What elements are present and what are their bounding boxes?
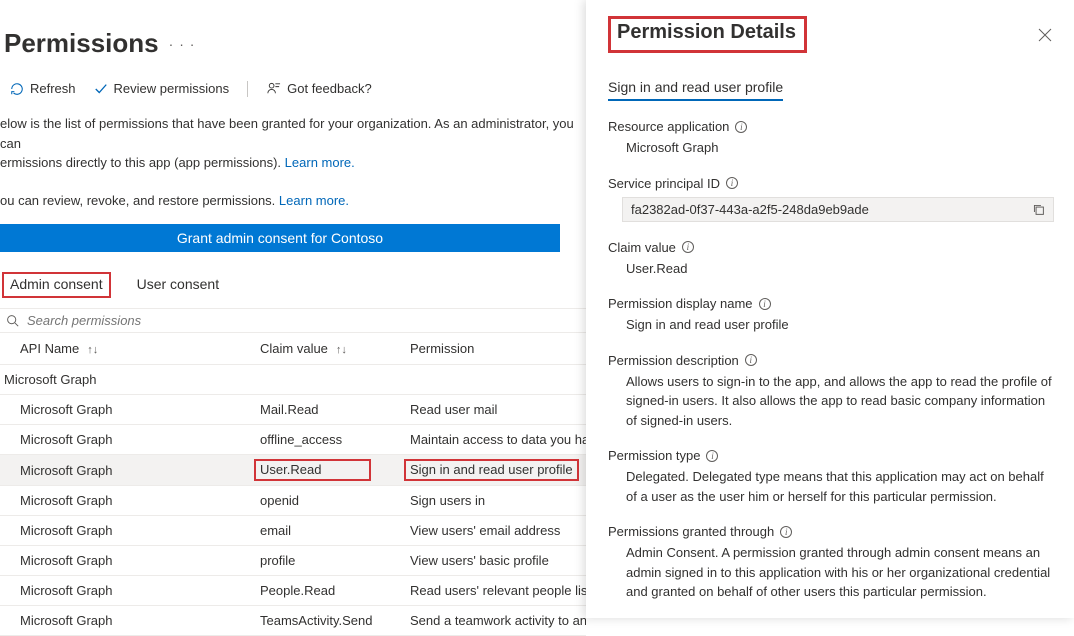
more-icon[interactable]: · · ·: [169, 36, 196, 52]
desc-1b: ermissions directly to this app (app per…: [0, 155, 285, 170]
table-row[interactable]: Microsoft GraphprofileView users' basic …: [0, 546, 586, 576]
type-label: Permission typei: [608, 448, 1052, 463]
description-2: ou can review, revoke, and restore permi…: [0, 185, 586, 213]
col-permission[interactable]: Permission: [390, 333, 586, 365]
info-icon[interactable]: i: [745, 354, 757, 366]
permission-name-tab[interactable]: Sign in and read user profile: [608, 79, 783, 101]
table-row[interactable]: Microsoft GraphTeamsActivity.SendSend a …: [0, 606, 586, 636]
toolbar-divider: [247, 81, 248, 97]
granted-through-value: Admin Consent. A permission granted thro…: [608, 539, 1052, 602]
claim-value: User.Read: [608, 255, 1052, 279]
refresh-label: Refresh: [30, 81, 76, 96]
group-header: Microsoft Graph: [0, 365, 586, 395]
resource-app-value: Microsoft Graph: [608, 134, 1052, 158]
page-title: Permissions: [4, 28, 159, 59]
desc-value: Allows users to sign-in to the app, and …: [608, 368, 1052, 431]
feedback-label: Got feedback?: [287, 81, 372, 96]
refresh-icon: [10, 82, 24, 96]
type-value: Delegated. Delegated type means that thi…: [608, 463, 1052, 506]
panel-title-highlight: Permission Details: [608, 16, 807, 53]
check-icon: [94, 82, 108, 96]
review-label: Review permissions: [114, 81, 230, 96]
panel-title: Permission Details: [617, 21, 796, 43]
display-name-value: Sign in and read user profile: [608, 311, 1052, 335]
table-row[interactable]: Microsoft GraphemailView users' email ad…: [0, 516, 586, 546]
sort-icon: ↑↓: [336, 344, 347, 356]
description-1: elow is the list of permissions that hav…: [0, 108, 586, 175]
desc-label: Permission descriptioni: [608, 353, 1052, 368]
spid-value-box: fa2382ad-0f37-443a-a2f5-248da9eb9ade: [622, 197, 1054, 222]
search-input[interactable]: [25, 312, 580, 329]
spid-label: Service principal IDi: [608, 176, 1052, 191]
search-row: [0, 308, 586, 333]
display-name-label: Permission display namei: [608, 296, 1052, 311]
info-icon[interactable]: i: [726, 177, 738, 189]
command-bar: Refresh Review permissions Got feedback?: [0, 65, 586, 108]
desc-1a: elow is the list of permissions that hav…: [0, 116, 574, 151]
table-row[interactable]: Microsoft GraphPeople.ReadRead users' re…: [0, 576, 586, 606]
info-icon[interactable]: i: [735, 121, 747, 133]
learn-more-link-1[interactable]: Learn more.: [285, 155, 355, 170]
desc-2a: ou can review, revoke, and restore permi…: [0, 193, 279, 208]
consent-tabs: Admin consent User consent: [0, 272, 586, 298]
tab-admin-consent[interactable]: Admin consent: [2, 272, 111, 298]
search-icon: [6, 314, 19, 327]
claim-label: Claim valuei: [608, 240, 1052, 255]
copy-icon[interactable]: [1032, 203, 1045, 216]
col-api-name[interactable]: API Name↑↓: [0, 333, 240, 365]
grant-consent-button[interactable]: Grant admin consent for Contoso: [0, 224, 560, 252]
table-row[interactable]: Microsoft Graph User.Read Sign in and re…: [0, 455, 586, 486]
permission-details-panel: Permission Details Sign in and read user…: [586, 0, 1074, 618]
sort-icon: ↑↓: [87, 344, 98, 356]
close-icon[interactable]: [1038, 28, 1052, 42]
info-icon[interactable]: i: [706, 450, 718, 462]
table-row[interactable]: Microsoft Graphoffline_accessMaintain ac…: [0, 425, 586, 455]
permissions-table: API Name↑↓ Claim value↑↓ Permission Micr…: [0, 333, 586, 636]
col-claim-value[interactable]: Claim value↑↓: [240, 333, 390, 365]
review-permissions-button[interactable]: Review permissions: [88, 79, 236, 98]
table-row[interactable]: Microsoft GraphopenidSign users in: [0, 486, 586, 516]
info-icon[interactable]: i: [682, 241, 694, 253]
resource-app-label: Resource applicationi: [608, 119, 1052, 134]
highlighted-claim: User.Read: [254, 459, 371, 481]
granted-through-label: Permissions granted throughi: [608, 524, 1052, 539]
refresh-button[interactable]: Refresh: [4, 79, 82, 98]
highlighted-perm: Sign in and read user profile: [404, 459, 579, 481]
info-icon[interactable]: i: [759, 298, 771, 310]
info-icon[interactable]: i: [780, 526, 792, 538]
learn-more-link-2[interactable]: Learn more.: [279, 193, 349, 208]
permissions-main: Permissions · · · Refresh Review permiss…: [0, 0, 586, 618]
feedback-icon: [266, 81, 281, 96]
table-row[interactable]: Microsoft GraphMail.ReadRead user mail: [0, 395, 586, 425]
tab-user-consent[interactable]: User consent: [135, 272, 221, 298]
feedback-button[interactable]: Got feedback?: [260, 79, 378, 98]
